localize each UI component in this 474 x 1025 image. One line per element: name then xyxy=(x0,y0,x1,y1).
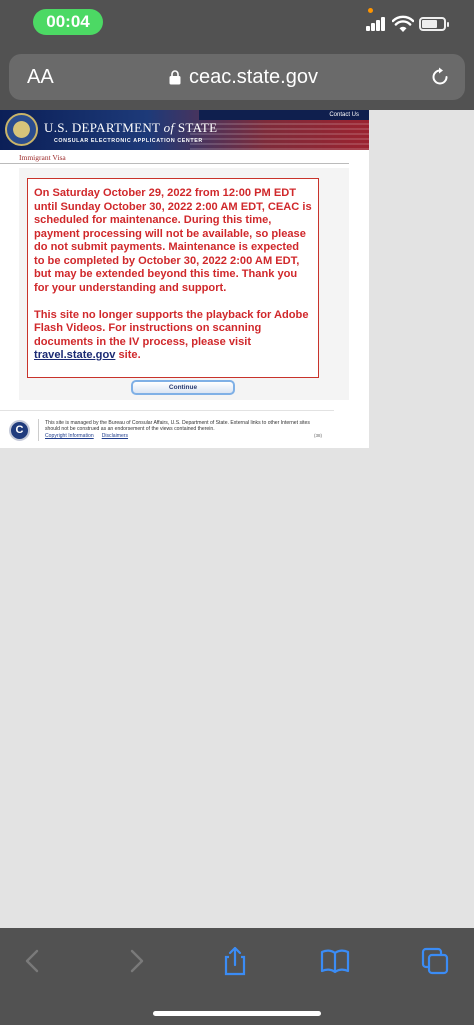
status-time[interactable]: 00:04 xyxy=(33,9,103,35)
maintenance-alert: On Saturday October 29, 2022 from 12:00 … xyxy=(27,178,319,378)
wifi-icon xyxy=(392,15,414,32)
travel-state-gov-link[interactable]: travel.state.gov xyxy=(34,349,115,361)
url-text: ceac.state.gov xyxy=(189,66,318,88)
state-department-seal-icon xyxy=(5,113,38,146)
footer-disclaimer-text: This site is managed by the Bureau of Co… xyxy=(45,420,310,432)
share-icon[interactable] xyxy=(220,946,250,976)
footer-divider xyxy=(38,419,39,441)
section-divider xyxy=(0,163,349,164)
site-footer: C This site is managed by the Bureau of … xyxy=(0,410,334,448)
copyright-information-link[interactable]: Copyright Information xyxy=(45,433,94,439)
browser-toolbar xyxy=(0,928,474,1025)
privacy-indicator-dot xyxy=(368,8,373,13)
home-indicator[interactable] xyxy=(153,1011,321,1016)
section-label: Immigrant Visa xyxy=(19,153,66,162)
alert-paragraph-flash: This site no longer supports the playbac… xyxy=(34,308,309,362)
text-size-button[interactable]: AA xyxy=(27,66,54,89)
tabs-icon[interactable] xyxy=(420,946,450,976)
footer-code: (38) xyxy=(313,433,322,438)
cellular-signal-icon xyxy=(366,17,386,31)
back-icon[interactable] xyxy=(18,946,48,976)
continue-button[interactable]: Continue xyxy=(131,380,235,395)
reload-icon[interactable] xyxy=(429,66,451,88)
lock-icon xyxy=(169,70,181,85)
battery-icon xyxy=(419,17,449,31)
alert-paragraph-maintenance: On Saturday October 29, 2022 from 12:00 … xyxy=(34,187,312,294)
webpage: Contact Us U.S. DEPARTMENT of STATE CONS… xyxy=(0,110,369,448)
footer-links: Copyright Information Disclaimers xyxy=(45,433,128,439)
department-title: U.S. DEPARTMENT of STATE xyxy=(44,120,218,135)
url-display[interactable]: ceac.state.gov xyxy=(169,66,318,89)
disclaimers-link[interactable]: Disclaimers xyxy=(102,433,128,439)
ceac-logo-icon: C xyxy=(9,420,30,441)
address-bar[interactable]: AA ceac.state.gov xyxy=(9,54,465,100)
forward-icon[interactable] xyxy=(121,946,151,976)
browser-address-area: AA ceac.state.gov xyxy=(0,46,474,110)
contact-us-link[interactable]: Contact Us xyxy=(199,110,369,120)
status-bar: 00:04 xyxy=(0,0,474,46)
bookmarks-icon[interactable] xyxy=(320,946,350,976)
department-subtitle: CONSULAR ELECTRONIC APPLICATION CENTER xyxy=(54,138,203,144)
site-header-banner: Contact Us U.S. DEPARTMENT of STATE CONS… xyxy=(0,110,369,150)
